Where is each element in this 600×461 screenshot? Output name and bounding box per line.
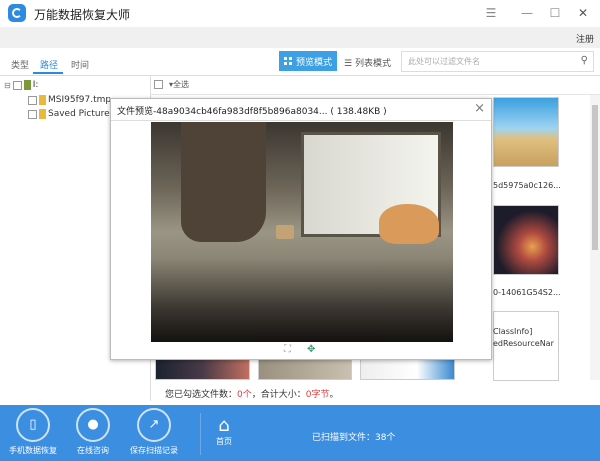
select-all-dropdown[interactable]: ▾全选 bbox=[169, 79, 189, 90]
menu-button[interactable]: ☰ bbox=[482, 4, 500, 22]
tree-label: I: bbox=[32, 80, 39, 90]
scanned-count: 已扫描到文件：38个 bbox=[312, 433, 396, 443]
scrollbar-thumb[interactable] bbox=[592, 105, 598, 250]
thumbnail[interactable] bbox=[258, 358, 352, 380]
preview-mode-button[interactable]: 预览模式 bbox=[279, 51, 337, 71]
thumbnail-caption: edResourceNar bbox=[493, 339, 554, 348]
thumbnail-caption: ClassInfo] bbox=[493, 327, 533, 336]
preview-image bbox=[151, 122, 453, 342]
online-consult-button[interactable]: ● 在线咨询 bbox=[70, 408, 116, 456]
save-scan-record-button[interactable]: ↗ 保存扫描记录 bbox=[124, 408, 184, 456]
active-tab-indicator bbox=[33, 72, 63, 74]
thumbnail[interactable] bbox=[155, 358, 250, 380]
dialog-close-button[interactable]: × bbox=[474, 101, 485, 116]
selection-status: 您已勾选文件数：0个，合计大小：0字节。 bbox=[165, 390, 339, 400]
tree-item[interactable]: Saved Pictures bbox=[28, 109, 114, 119]
list-mode-label: 列表模式 bbox=[354, 59, 391, 69]
select-all-label: 全选 bbox=[173, 80, 190, 89]
drive-icon bbox=[23, 80, 31, 90]
tree-label: MSI95f97.tmp bbox=[48, 95, 112, 105]
minimize-button[interactable]: — bbox=[518, 4, 536, 22]
scrollbar[interactable] bbox=[590, 95, 600, 380]
tab-path[interactable]: 路径 bbox=[40, 58, 58, 71]
filter-input[interactable]: 此处可以过滤文件名 ⚲ bbox=[401, 51, 594, 72]
tree-root[interactable]: ⊟ I: bbox=[4, 80, 38, 90]
folder-icon bbox=[39, 95, 46, 105]
register-bar: 注册 bbox=[0, 27, 600, 48]
close-button[interactable]: ✕ bbox=[574, 4, 592, 22]
fit-screen-icon[interactable]: ⛶ bbox=[284, 344, 291, 355]
save-scan-record-label: 保存扫描记录 bbox=[130, 446, 178, 455]
register-link[interactable]: 注册 bbox=[576, 32, 594, 45]
search-icon[interactable]: ⚲ bbox=[581, 55, 588, 66]
thumbnail[interactable] bbox=[493, 97, 559, 167]
checkbox[interactable] bbox=[28, 109, 37, 119]
tab-time[interactable]: 时间 bbox=[71, 58, 89, 71]
dialog-title: 文件预览-48a9034cb46fa983df8f5b896a8034... (… bbox=[117, 107, 387, 117]
maximize-button[interactable]: ☐ bbox=[546, 4, 564, 22]
select-all-checkbox[interactable] bbox=[154, 80, 163, 89]
grid-header: ▾全选 bbox=[151, 76, 600, 95]
phone-icon: ▯ bbox=[29, 417, 37, 432]
home-button[interactable]: ⌂ 首页 bbox=[210, 415, 238, 447]
rotate-icon[interactable]: ✥ bbox=[307, 344, 315, 355]
divider bbox=[200, 413, 201, 455]
phone-recovery-button[interactable]: ▯ 手机数据恢复 bbox=[4, 408, 62, 456]
home-label: 首页 bbox=[216, 437, 232, 446]
list-mode-button[interactable]: ☰ 列表模式 bbox=[344, 56, 391, 69]
filter-placeholder: 此处可以过滤文件名 bbox=[408, 57, 480, 66]
thumbnail[interactable] bbox=[360, 358, 455, 380]
thumbnail-caption: 5d5975a0c126... bbox=[493, 181, 561, 190]
grid-icon bbox=[284, 57, 292, 65]
user-icon: ● bbox=[87, 417, 99, 432]
phone-recovery-label: 手机数据恢复 bbox=[9, 446, 57, 455]
thumbnail-caption: 0-14061G54S2... bbox=[493, 288, 561, 297]
tree-label: Saved Pictures bbox=[48, 109, 115, 119]
tree-item[interactable]: MSI95f97.tmp bbox=[28, 95, 111, 105]
app-title: 万能数据恢复大师 bbox=[34, 8, 131, 22]
home-icon: ⌂ bbox=[218, 415, 230, 436]
app-logo-icon bbox=[8, 4, 26, 22]
title-bar: 万能数据恢复大师 ☰ — ☐ ✕ bbox=[0, 0, 600, 27]
thumbnail[interactable] bbox=[493, 205, 559, 275]
bottom-bar: ▯ 手机数据恢复 ● 在线咨询 ↗ 保存扫描记录 ⌂ 首页 已扫描到文件：38个 bbox=[0, 405, 600, 461]
online-consult-label: 在线咨询 bbox=[77, 446, 109, 455]
checkbox[interactable] bbox=[28, 95, 37, 105]
list-icon: ☰ bbox=[344, 59, 355, 69]
preview-mode-label: 预览模式 bbox=[296, 58, 333, 68]
export-icon: ↗ bbox=[148, 417, 160, 432]
file-preview-dialog: 文件预览-48a9034cb46fa983df8f5b896a8034... (… bbox=[110, 98, 492, 360]
checkbox[interactable] bbox=[12, 80, 22, 90]
folder-icon bbox=[39, 109, 46, 119]
tab-type[interactable]: 类型 bbox=[11, 58, 29, 71]
